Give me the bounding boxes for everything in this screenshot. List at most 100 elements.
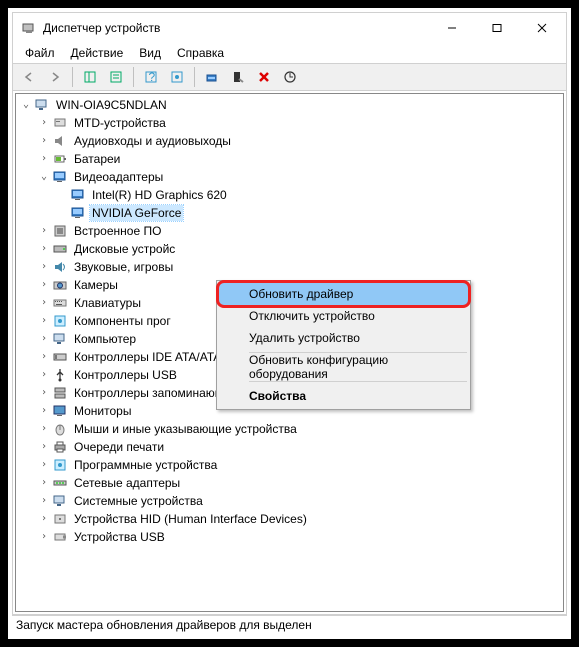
- tree-item-label: Контроллеры USB: [72, 367, 179, 383]
- minimize-button[interactable]: [429, 14, 474, 42]
- ide-icon: [52, 349, 68, 365]
- tree-root[interactable]: ⌄WIN-OIA9C5NDLAN: [16, 96, 563, 114]
- tree-item-label: Клавиатуры: [72, 295, 143, 311]
- expand-icon[interactable]: ›: [36, 496, 52, 506]
- scan-hardware-button[interactable]: [165, 66, 189, 88]
- tree-item-label: Компоненты прог: [72, 313, 173, 329]
- toolbar-separator: [194, 67, 195, 87]
- menu-remove-device[interactable]: Удалить устройство: [219, 327, 468, 349]
- menu-help[interactable]: Справка: [171, 44, 230, 62]
- menu-update-driver[interactable]: Обновить драйвер: [219, 283, 468, 305]
- context-menu: Обновить драйвер Отключить устройство Уд…: [216, 280, 471, 410]
- uninstall-device-button[interactable]: [252, 66, 276, 88]
- system-icon: [52, 493, 68, 509]
- tree-category[interactable]: ⌄Видеоадаптеры: [16, 168, 563, 186]
- expand-icon[interactable]: ›: [36, 118, 52, 128]
- expand-icon[interactable]: ›: [36, 514, 52, 524]
- show-hide-tree-button[interactable]: [78, 66, 102, 88]
- software-icon: [52, 457, 68, 473]
- menu-file[interactable]: Файл: [19, 44, 61, 62]
- tree-item-label: Компьютер: [72, 331, 138, 347]
- tree-device[interactable]: NVIDIA GeForce: [16, 204, 563, 222]
- expand-icon[interactable]: ›: [36, 388, 52, 398]
- expand-icon[interactable]: ›: [36, 406, 52, 416]
- close-button[interactable]: [519, 14, 564, 42]
- battery-icon: [52, 151, 68, 167]
- expand-icon[interactable]: ›: [36, 280, 52, 290]
- expand-icon[interactable]: ›: [36, 424, 52, 434]
- tree-device[interactable]: Intel(R) HD Graphics 620: [16, 186, 563, 204]
- expand-icon[interactable]: ›: [36, 136, 52, 146]
- tree-category[interactable]: › Дисковые устройс: [16, 240, 563, 258]
- expand-icon[interactable]: ›: [36, 460, 52, 470]
- help-button[interactable]: ?: [139, 66, 163, 88]
- keyboard-icon: [52, 295, 68, 311]
- tree-item-label: Устройства HID (Human Interface Devices): [72, 511, 309, 527]
- menu-action[interactable]: Действие: [65, 44, 130, 62]
- menu-disable-device[interactable]: Отключить устройство: [219, 305, 468, 327]
- forward-button[interactable]: [43, 66, 67, 88]
- tree-category[interactable]: › MTD-устройства: [16, 114, 563, 132]
- menu-item-label: Свойства: [249, 389, 306, 403]
- network-icon: [52, 475, 68, 491]
- tree-category[interactable]: ›Программные устройства: [16, 456, 563, 474]
- expand-icon[interactable]: ›: [36, 316, 52, 326]
- app-icon: [21, 20, 37, 36]
- tree-category[interactable]: ›Батареи: [16, 150, 563, 168]
- disk-icon: [52, 241, 68, 257]
- tree-category[interactable]: ›Встроенное ПО: [16, 222, 563, 240]
- back-button[interactable]: [17, 66, 41, 88]
- scan-changes-button[interactable]: [278, 66, 302, 88]
- expand-icon[interactable]: ›: [36, 352, 52, 362]
- expand-icon[interactable]: ›: [36, 154, 52, 164]
- collapse-icon[interactable]: ⌄: [36, 172, 52, 182]
- device-tree[interactable]: ⌄WIN-OIA9C5NDLAN › MTD-устройства›Аудиовхо…: [15, 93, 564, 612]
- firmware-icon: [52, 223, 68, 239]
- statusbar: Запуск мастера обновления драйверов для …: [12, 615, 567, 635]
- menu-view[interactable]: Вид: [133, 44, 167, 62]
- audio-icon: [52, 133, 68, 149]
- expand-icon[interactable]: ›: [36, 532, 52, 542]
- display-icon: [70, 205, 86, 221]
- collapse-icon[interactable]: ⌄: [18, 100, 34, 110]
- tree-item-label: Дисковые устройс: [72, 241, 177, 257]
- window-title: Диспетчер устройств: [43, 21, 429, 35]
- menu-item-label: Обновить конфигурацию оборудования: [249, 353, 468, 381]
- expand-icon[interactable]: ›: [36, 298, 52, 308]
- expand-icon[interactable]: ›: [36, 262, 52, 272]
- menu-scan-hardware[interactable]: Обновить конфигурацию оборудования: [219, 356, 468, 378]
- tree-category[interactable]: › Устройства USB: [16, 528, 563, 546]
- mouse-icon: [52, 421, 68, 437]
- tree-item-label: Звуковые, игровы: [72, 259, 175, 275]
- expand-icon[interactable]: ›: [36, 334, 52, 344]
- disable-device-button[interactable]: [226, 66, 250, 88]
- software-icon: [52, 313, 68, 329]
- computer-icon: [34, 97, 50, 113]
- menu-item-label: Обновить драйвер: [249, 287, 353, 301]
- menu-properties[interactable]: Свойства: [219, 385, 468, 407]
- tree-category[interactable]: ›Аудиовходы и аудиовыходы: [16, 132, 563, 150]
- menu-separator: [249, 381, 467, 382]
- expand-icon[interactable]: ›: [36, 442, 52, 452]
- tree-item-label: Мониторы: [72, 403, 133, 419]
- expand-icon[interactable]: ›: [36, 226, 52, 236]
- tree-category[interactable]: ›Сетевые адаптеры: [16, 474, 563, 492]
- device-manager-window: Диспетчер устройств Файл Действие Вид Сп…: [12, 12, 567, 615]
- expand-icon[interactable]: ›: [36, 244, 52, 254]
- tree-item-label: MTD-устройства: [72, 115, 168, 131]
- tree-category[interactable]: ›Системные устройства: [16, 492, 563, 510]
- tree-category[interactable]: ›Мыши и иные указывающие устройства: [16, 420, 563, 438]
- toolbar-separator: [72, 67, 73, 87]
- update-driver-button[interactable]: [200, 66, 224, 88]
- expand-icon[interactable]: ›: [36, 370, 52, 380]
- printer-icon: [52, 439, 68, 455]
- expand-icon[interactable]: ›: [36, 478, 52, 488]
- tree-category[interactable]: › Звуковые, игровы: [16, 258, 563, 276]
- menubar: Файл Действие Вид Справка: [13, 43, 566, 63]
- tree-category[interactable]: ›Очереди печати: [16, 438, 563, 456]
- maximize-button[interactable]: [474, 14, 519, 42]
- tree-item-label: NVIDIA GeForce: [90, 205, 183, 221]
- properties-button[interactable]: [104, 66, 128, 88]
- tree-item-label: Устройства USB: [72, 529, 167, 545]
- tree-category[interactable]: › Устройства HID (Human Interface Devices…: [16, 510, 563, 528]
